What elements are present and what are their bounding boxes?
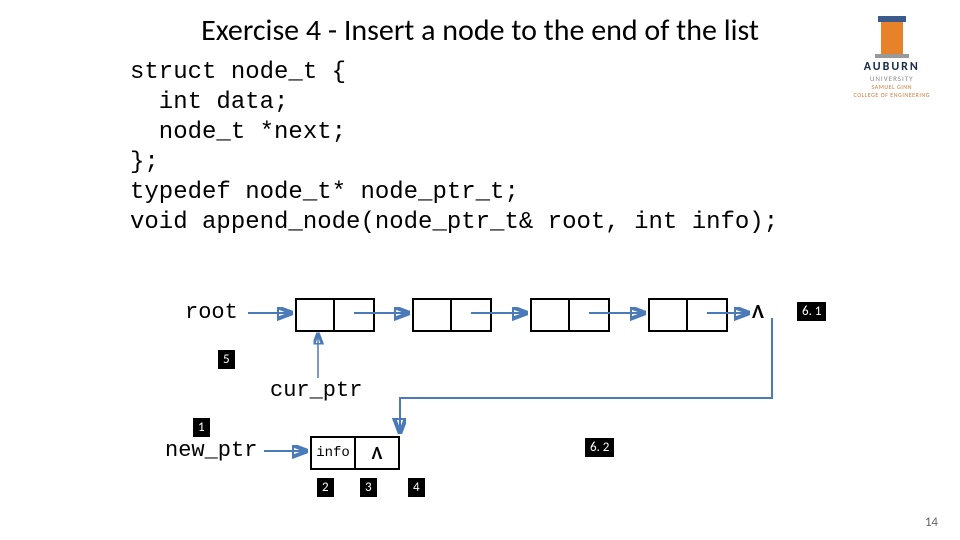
new-node: info Λ bbox=[310, 436, 400, 470]
cur-ptr-label: cur_ptr bbox=[270, 378, 362, 403]
code-block: struct node_t { int data; node_t *next; … bbox=[130, 58, 778, 238]
root-label: root bbox=[185, 300, 238, 325]
page-number: 14 bbox=[925, 515, 938, 530]
slide-title: Exercise 4 - Insert a node to the end of… bbox=[0, 12, 960, 49]
new-node-null-cell: Λ bbox=[356, 438, 398, 468]
logo-sub3: COLLEGE OF ENGINEERING bbox=[854, 91, 930, 99]
tag-1: 1 bbox=[193, 418, 210, 437]
tag-6-2: 6. 2 bbox=[585, 438, 614, 457]
logo-name: AUBURN bbox=[854, 60, 930, 74]
auburn-logo: AUBURN UNIVERSITY SAMUEL GINN COLLEGE OF… bbox=[854, 22, 930, 99]
list-node-3 bbox=[530, 298, 610, 332]
new-node-info-cell: info bbox=[312, 438, 356, 468]
tag-3: 3 bbox=[360, 478, 377, 497]
tag-6-1: 6. 1 bbox=[797, 302, 826, 321]
tower-icon bbox=[881, 22, 903, 54]
new-ptr-label: new_ptr bbox=[165, 438, 257, 463]
tag-4: 4 bbox=[408, 478, 425, 497]
tag-2: 2 bbox=[317, 478, 334, 497]
logo-sub1: UNIVERSITY bbox=[854, 74, 930, 83]
tag-5: 5 bbox=[218, 350, 235, 369]
logo-sub2: SAMUEL GINN bbox=[854, 83, 930, 91]
list-node-2 bbox=[412, 298, 492, 332]
list-node-1 bbox=[295, 298, 375, 332]
old-null: Λ bbox=[752, 300, 764, 324]
list-node-4 bbox=[648, 298, 728, 332]
